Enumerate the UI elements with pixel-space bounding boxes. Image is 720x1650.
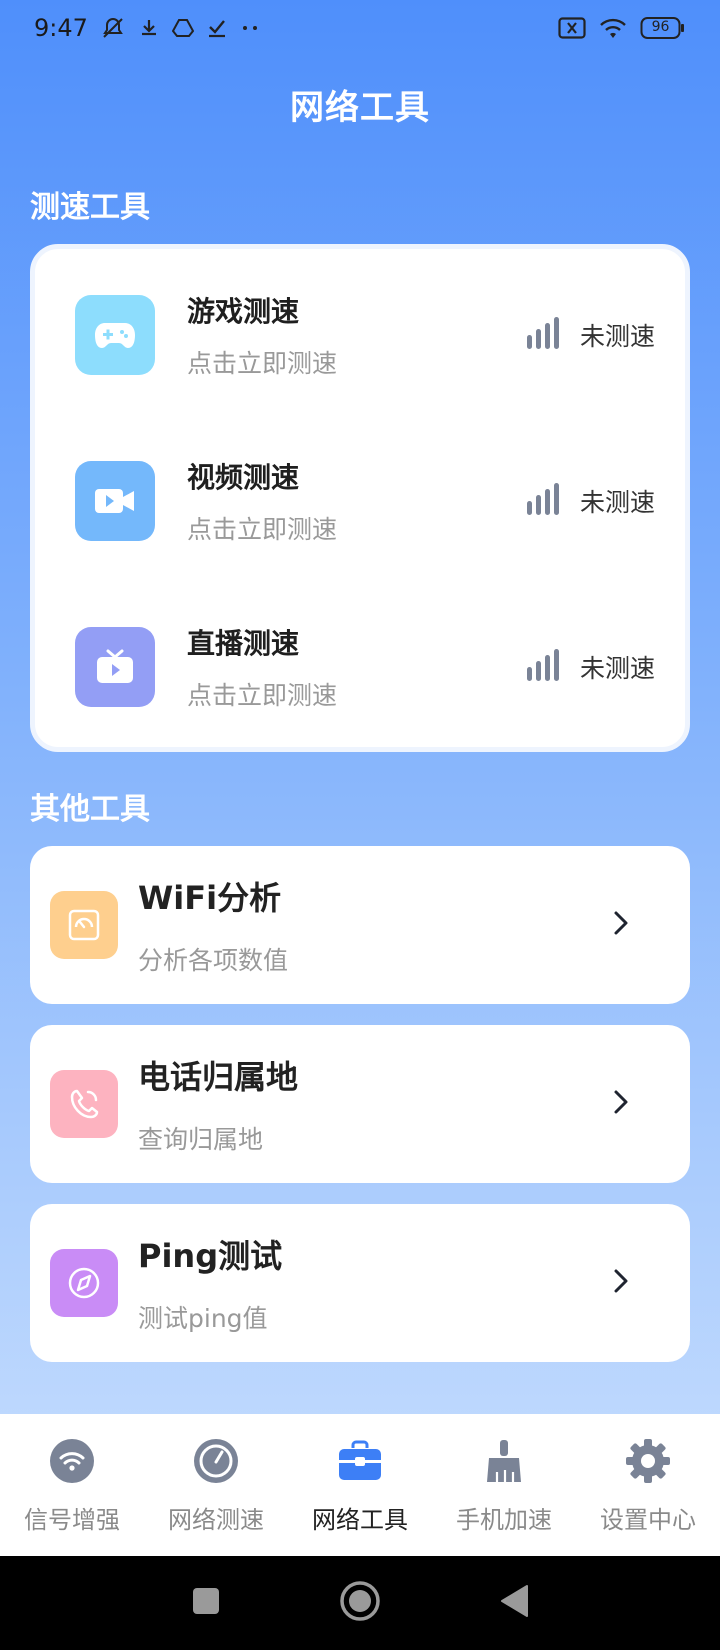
nav-label: 信号增强 [24, 1505, 120, 1534]
chevron-right-icon [612, 1088, 630, 1120]
page-title: 网络工具 [290, 88, 430, 128]
speed-item-name: 游戏测速 [187, 295, 300, 328]
tool-sub: 测试ping值 [138, 1304, 268, 1333]
download-icon [138, 17, 160, 39]
chevron-right-icon [612, 1267, 630, 1299]
tool-name: WiFi分析 [138, 879, 282, 917]
tool-sub: 查询归属地 [138, 1125, 264, 1154]
battery-level: 96 [651, 19, 670, 35]
broom-icon [481, 1436, 527, 1486]
gauge-icon [50, 891, 118, 959]
speed-tools-card: 游戏测速 点击立即测速 未测速 视频测速 点击立即测速 未测速 直播测速 点击立… [30, 244, 690, 752]
tv-play-icon [75, 627, 155, 707]
signal-bars-icon [526, 481, 562, 521]
nav-item-settings[interactable]: 设置中心 [576, 1436, 720, 1535]
speed-item-sub: 点击立即测速 [187, 515, 338, 544]
status-bar: 9:47 96 [0, 0, 720, 56]
nav-label: 网络测速 [168, 1505, 264, 1534]
nav-label: 网络工具 [312, 1505, 408, 1534]
gamepad-icon [75, 295, 155, 375]
tool-name: Ping测试 [138, 1237, 283, 1275]
bottom-nav: 信号增强 网络测速 网络工具 手机加速 设置中心 [0, 1414, 720, 1556]
nav-item-tools[interactable]: 网络工具 [288, 1436, 432, 1535]
section-title-other: 其他工具 [30, 792, 150, 827]
wifi-signal-icon [49, 1436, 95, 1486]
speed-status: 未测速 [579, 488, 655, 517]
speed-item-live[interactable]: 直播测速 点击立即测速 未测速 [75, 625, 655, 710]
nav-label: 设置中心 [600, 1505, 696, 1534]
video-camera-icon [75, 461, 155, 541]
tool-sub: 分析各项数值 [138, 946, 289, 975]
speed-status: 未测速 [579, 654, 655, 683]
signal-bars-icon [526, 647, 562, 687]
tool-name: 电话归属地 [138, 1058, 299, 1096]
drive-icon [171, 17, 194, 39]
more-dots-icon [240, 23, 260, 33]
speed-status: 未测速 [579, 322, 655, 351]
speed-item-name: 直播测速 [187, 627, 300, 660]
status-time: 9:47 [34, 14, 88, 42]
signal-bars-icon [526, 315, 562, 355]
nav-item-signal[interactable]: 信号增强 [0, 1436, 144, 1535]
speed-item-game[interactable]: 游戏测速 点击立即测速 未测速 [75, 293, 655, 378]
recents-button[interactable] [191, 1586, 221, 1620]
toolbox-icon [337, 1436, 383, 1486]
home-button[interactable] [339, 1580, 381, 1626]
tool-card-wifi-analysis[interactable]: WiFi分析 分析各项数值 [30, 846, 690, 1004]
system-nav-bar [0, 1556, 720, 1650]
speed-item-sub: 点击立即测速 [187, 681, 338, 710]
nav-label: 手机加速 [456, 1505, 552, 1534]
tool-card-ping-test[interactable]: Ping测试 测试ping值 [30, 1204, 690, 1362]
compass-icon [50, 1249, 118, 1317]
phone-icon [50, 1070, 118, 1138]
speed-item-video[interactable]: 视频测速 点击立即测速 未测速 [75, 459, 655, 544]
section-title-speed: 测速工具 [30, 190, 150, 225]
nav-item-boost[interactable]: 手机加速 [432, 1436, 576, 1535]
chevron-right-icon [612, 909, 630, 941]
check-icon [206, 17, 228, 39]
back-button[interactable] [499, 1584, 529, 1622]
tool-card-phone-location[interactable]: 电话归属地 查询归属地 [30, 1025, 690, 1183]
gear-icon [625, 1436, 671, 1486]
speedometer-icon [193, 1436, 239, 1486]
mute-icon [100, 15, 126, 41]
speed-item-name: 视频测速 [187, 461, 300, 494]
nav-item-speedtest[interactable]: 网络测速 [144, 1436, 288, 1535]
wifi-icon [598, 17, 628, 39]
speed-item-sub: 点击立即测速 [187, 349, 338, 378]
battery-icon: 96 [640, 16, 686, 40]
sim-x-icon [558, 17, 586, 39]
